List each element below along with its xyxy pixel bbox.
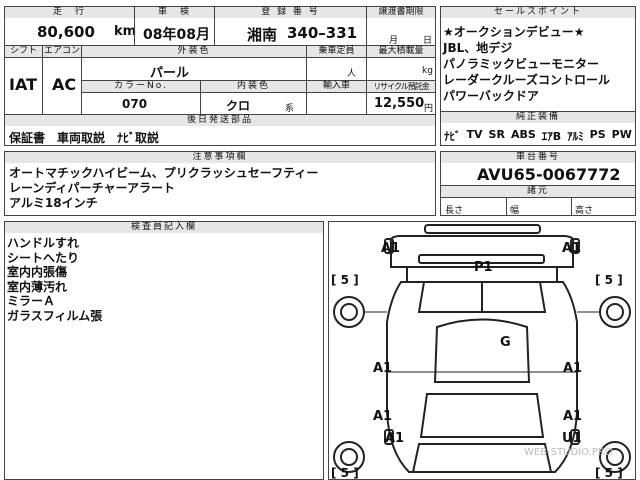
import-header: 輸入車 [307, 81, 366, 92]
inspection-header: 車 検 [135, 7, 214, 18]
mark-right-rear: U1 [562, 431, 582, 446]
color-value: パール [150, 66, 190, 81]
mark-left-rear: A1 [385, 431, 405, 446]
mark-left-door-1: A1 [373, 361, 393, 376]
mark-left-front-tire: [ 5 ] [331, 273, 359, 287]
sales-point-item: パノラミックビューモニター [443, 57, 600, 71]
interior-unit: 系 [285, 104, 295, 114]
reg-area: 湘南 [247, 26, 278, 44]
mark-front-left: A1 [381, 241, 401, 256]
equipment-item: TV [466, 128, 483, 141]
recycle-unit: 円 [424, 104, 434, 114]
inspector-header: 検査員記入欄 [5, 222, 323, 233]
docs-box: 後日発送部品 保証書 車両取説 ﾅﾋﾞ取説 [4, 114, 436, 146]
mileage-header: 走 行 [5, 7, 134, 18]
inspector-list: ハンドルすれ シートへたり 室内内張傷 室内薄汚れ ミラーＡ ガラスフィルム張 [7, 236, 102, 323]
inspector-line: ガラスフィルム張 [7, 308, 103, 323]
notes-header: 注意事項欄 [5, 152, 435, 163]
inspector-line: 室内内張傷 [7, 265, 68, 279]
ac-value: AC [52, 75, 77, 94]
equipment-item: ﾅﾋﾞ [444, 130, 461, 143]
capacity-header: 乗車定員 [307, 46, 366, 57]
mark-hood: G [500, 335, 511, 350]
mark-front-right: A1 [562, 241, 582, 256]
docs-header: 後日発送部品 [5, 115, 435, 126]
reg-header: 登 録 番 号 [215, 7, 366, 18]
shift-header: シフト [5, 46, 42, 57]
inspection-value: 08年08月 [143, 27, 210, 43]
mark-right-door-2: A1 [563, 409, 583, 424]
equipment-box: 純正装備 ﾅﾋﾞ TV SR ABS ｴｱB ｱﾙﾐ PS PW [440, 111, 636, 146]
reg-number: 340–331 [287, 24, 358, 42]
sales-point-item: JBL、地デジ [443, 41, 513, 55]
length-label: 長さ [445, 206, 464, 216]
mark-right-rear-tire: [ 5 ] [595, 466, 623, 480]
sales-point-header: セールスポイント [441, 7, 635, 18]
equipment-item: PW [611, 128, 632, 141]
equipment-item: PS [589, 128, 606, 141]
chassis-header: 車台番号 [441, 152, 635, 163]
mark-right-front-tire: [ 5 ] [595, 273, 623, 287]
chassis-number: AVU65-0067772 [477, 165, 621, 184]
sales-point-item: パワーバックドア [443, 89, 539, 103]
transfer-header: 譲渡書期限 [367, 7, 435, 18]
width-label: 幅 [510, 206, 520, 216]
load-header: 最大積載量 [367, 46, 435, 57]
sales-point-item: ★オークションデビュー★ [443, 25, 585, 39]
inspector-box: 検査員記入欄 ハンドルすれ シートへたり 室内内張傷 室内薄汚れ ミラーＡ ガラ… [4, 221, 324, 480]
height-label: 高さ [575, 206, 594, 216]
equipment-item: ｴｱB [541, 130, 562, 143]
notes-box: 注意事項欄 オートマチックハイビーム、プリクラッシュセーフティー レーンディパー… [4, 151, 436, 216]
inspection-cell: 車 検 08年08月 [134, 6, 215, 46]
watermark: WEB-STUDIO.PRO [524, 447, 613, 458]
notes-list: オートマチックハイビーム、プリクラッシュセーフティー レーンディパーチャーアラー… [9, 166, 318, 211]
recycle-value: 12,550 [374, 96, 425, 111]
equipment-item: ｱﾙﾐ [567, 130, 584, 143]
mark-left-rear-tire: [ 5 ] [331, 466, 359, 480]
car-diagram-box: A1 A1 P1 G [ 5 ] [ 5 ] A1 A1 A1 A1 A1 U1… [328, 221, 636, 480]
mark-left-door-2: A1 [373, 409, 393, 424]
chassis-box: 車台番号 AVU65-0067772 諸元 長さ 幅 高さ [440, 151, 636, 216]
equipment-header: 純正装備 [441, 112, 635, 123]
equipment-list: ﾅﾋﾞ TV SR ABS ｴｱB ｱﾙﾐ PS PW [444, 128, 632, 144]
docs-text: 保証書 車両取説 ﾅﾋﾞ取説 [9, 131, 160, 145]
dims-header: 諸元 [441, 185, 635, 197]
notes-line: オートマチックハイビーム、プリクラッシュセーフティー [9, 166, 319, 180]
inspector-line: シートへたり [7, 250, 80, 265]
capacity-unit: 人 [347, 69, 357, 79]
colorno-header: カラーNo. [82, 81, 200, 92]
load-unit: kg [422, 66, 433, 76]
inspector-line: ハンドルすれ [7, 236, 80, 250]
mark-roof: P1 [474, 260, 493, 275]
interior-value: クロ [226, 99, 251, 113]
shift-value: IAT [9, 75, 38, 94]
reg-cell: 登 録 番 号 湘南 340–331 [214, 6, 367, 46]
mileage-value: 80,600 [37, 23, 95, 41]
mileage-unit: km [114, 24, 137, 39]
transfer-cell: 譲渡書期限 月 日 [366, 6, 436, 46]
mileage-cell: 走 行 80,600 km [4, 6, 137, 46]
inspector-line: 室内薄汚れ [7, 279, 68, 294]
sales-point-item: レーダークルーズコントロール [443, 73, 611, 87]
equipment-item: SR [488, 128, 505, 141]
equipment-item: ABS [510, 128, 536, 141]
sales-point-list: ★オークションデビュー★ JBL、地デジ パノラミックビューモニター レーダーク… [443, 24, 610, 104]
inspector-line: ミラーＡ [7, 294, 56, 308]
notes-line: レーンディパーチャーアラート [9, 181, 175, 195]
interior-header: 内装色 [201, 81, 306, 92]
sales-point-box: セールスポイント ★オークションデビュー★ JBL、地デジ パノラミックビューモ… [440, 6, 636, 112]
mark-right-door-1: A1 [563, 361, 583, 376]
recycle-header: リサイクル預託金 [367, 81, 435, 92]
notes-line: アルミ18インチ [9, 196, 98, 210]
color-header: 外装色 [82, 46, 306, 57]
colorno-value: 070 [122, 97, 148, 111]
ac-header: エアコン [43, 46, 81, 57]
